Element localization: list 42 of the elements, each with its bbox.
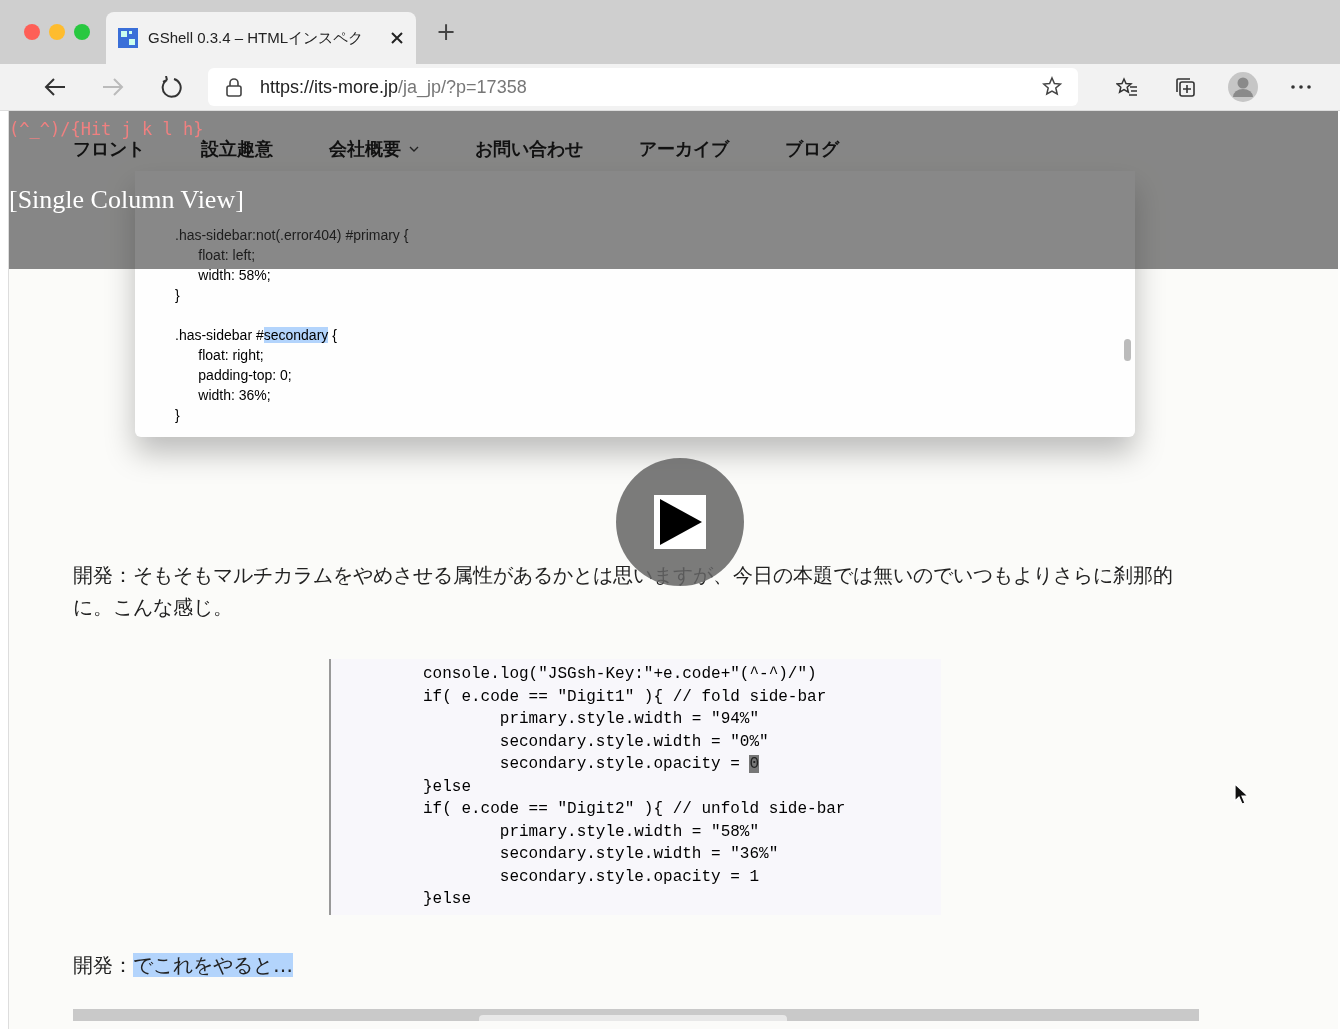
view-mode-label: [Single Column View] bbox=[9, 185, 244, 214]
code-line: secondary.style.width = "0%" bbox=[498, 731, 769, 753]
nav-link[interactable]: 設立趣意 bbox=[201, 137, 273, 161]
code-line: primary.style.width = "58%" bbox=[498, 821, 760, 843]
mouse-pointer-icon bbox=[1234, 783, 1250, 805]
code-line: primary.style.width = "94%" bbox=[498, 709, 760, 730]
code-line: .has-sidebar:not(.error404) #primary { bbox=[175, 226, 409, 245]
browser-tab[interactable]: GShell 0.3.4 – HTMLインスペク bbox=[106, 12, 416, 64]
code-line: padding-top: 0; bbox=[197, 366, 292, 385]
back-icon[interactable] bbox=[44, 77, 66, 97]
scrollbar-thumb[interactable] bbox=[1124, 339, 1131, 361]
code-line: width: 36%; bbox=[197, 386, 271, 405]
code-line: float: left; bbox=[197, 246, 256, 265]
close-icon[interactable] bbox=[390, 31, 404, 45]
key-hint: (^_^)/{Hit j k l h} bbox=[9, 119, 204, 139]
code-line: float: right; bbox=[197, 346, 264, 365]
code-line: console.log("JSGsh-Key:"+e.code+"(^-^)/") bbox=[423, 664, 817, 685]
reload-icon[interactable] bbox=[160, 76, 182, 98]
code-line: } bbox=[175, 286, 180, 305]
horizontal-scrollbar[interactable] bbox=[73, 1009, 1199, 1021]
code-line: secondary.style.opacity = 0 bbox=[498, 754, 760, 775]
new-tab-button[interactable]: + bbox=[432, 18, 461, 46]
nav-link[interactable]: 会社概要 bbox=[329, 137, 419, 161]
code-line: .has-sidebar #secondary { bbox=[175, 326, 337, 345]
site-favicon-icon bbox=[118, 28, 138, 48]
address-bar[interactable]: https://its-more.jp/ja_jp/?p=17358 bbox=[208, 68, 1078, 106]
code-line: }else bbox=[423, 776, 471, 798]
code-line: width: 58%; bbox=[197, 266, 271, 285]
nav-link[interactable]: アーカイブ bbox=[639, 137, 729, 161]
chevron-down-icon bbox=[409, 146, 419, 152]
code-line: secondary.style.opacity = 1 bbox=[498, 866, 760, 888]
lock-icon bbox=[226, 77, 242, 97]
nav-link[interactable]: お問い合わせ bbox=[475, 137, 583, 161]
paragraph: 開発：でこれをやると… bbox=[73, 951, 294, 979]
code-line: if( e.code == "Digit2" ){ // unfold side-bar bbox=[423, 799, 846, 820]
play-icon bbox=[654, 495, 706, 549]
code-line: if( e.code == "Digit1" ){ // fold side-bar bbox=[423, 686, 827, 708]
nav-link[interactable]: ブログ bbox=[785, 137, 839, 161]
star-icon[interactable] bbox=[1042, 76, 1064, 98]
code-line: secondary.style.width = "36%" bbox=[498, 844, 779, 865]
code-line: }else bbox=[423, 889, 471, 910]
code-line: } bbox=[175, 406, 180, 425]
